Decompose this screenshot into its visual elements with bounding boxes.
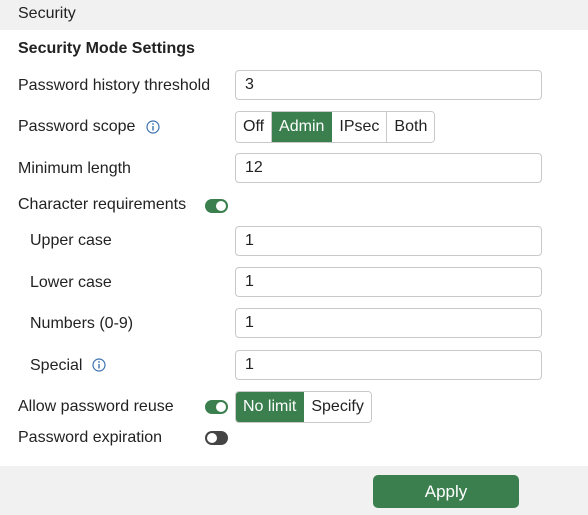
scope-option-admin[interactable]: Admin: [272, 112, 333, 142]
password-expiration-toggle[interactable]: [205, 431, 228, 445]
lower-case-input[interactable]: 1: [235, 267, 542, 297]
allow-password-reuse-toggle[interactable]: [205, 400, 228, 414]
apply-button[interactable]: Apply: [373, 475, 519, 508]
password-scope-label: Password scope: [18, 118, 136, 135]
lower-case-label: Lower case: [30, 274, 112, 291]
upper-case-label: Upper case: [30, 232, 112, 249]
panel-header: Security: [0, 0, 588, 30]
toggle-knob: [216, 201, 226, 211]
password-expiration-label: Password expiration: [18, 429, 163, 446]
reuse-option-no-limit[interactable]: No limit: [236, 392, 305, 422]
password-reuse-selector: No limit Specify: [235, 391, 372, 423]
upper-case-input[interactable]: 1: [235, 226, 542, 256]
minimum-length-label: Minimum length: [18, 160, 131, 177]
scope-option-both[interactable]: Both: [387, 112, 435, 142]
reuse-option-specify[interactable]: Specify: [304, 392, 371, 422]
scope-option-ipsec[interactable]: IPsec: [332, 112, 388, 142]
toggle-knob: [216, 402, 226, 412]
numbers-input[interactable]: 1: [235, 308, 542, 338]
scope-option-off[interactable]: Off: [236, 112, 273, 142]
character-requirements-toggle[interactable]: [205, 199, 228, 213]
minimum-length-input[interactable]: 12: [235, 153, 542, 183]
info-icon[interactable]: [92, 358, 106, 372]
panel-title: Security: [18, 5, 76, 22]
section-title: Security Mode Settings: [18, 40, 195, 57]
info-icon[interactable]: [146, 120, 160, 134]
password-history-input[interactable]: 3: [235, 70, 542, 100]
special-label: Special: [30, 357, 83, 374]
character-requirements-label: Character requirements: [18, 196, 187, 213]
toggle-knob: [207, 433, 217, 443]
special-input[interactable]: 1: [235, 350, 542, 380]
password-scope-selector: Off Admin IPsec Both: [235, 111, 436, 143]
password-history-label: Password history threshold: [18, 77, 211, 94]
numbers-label: Numbers (0-9): [30, 315, 134, 332]
allow-password-reuse-label: Allow password reuse: [18, 398, 174, 415]
